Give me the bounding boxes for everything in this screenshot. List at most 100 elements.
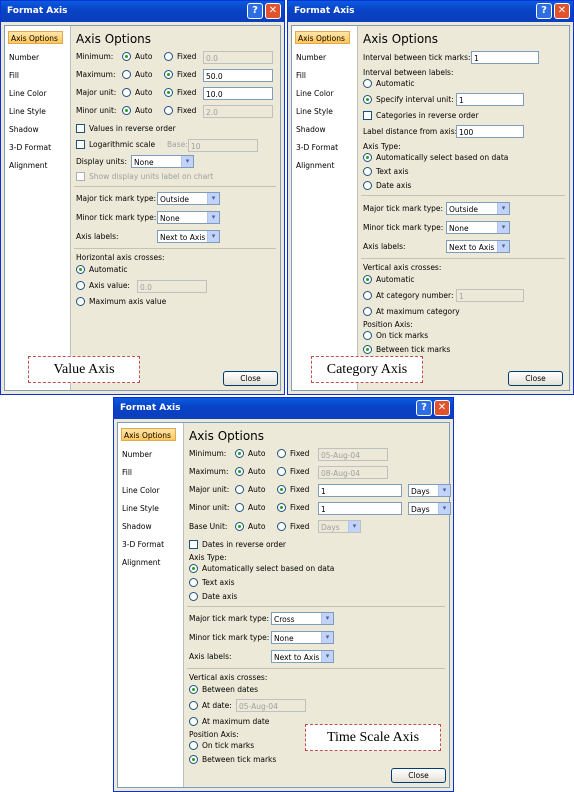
minor-unit-input[interactable]: 2.0 bbox=[203, 105, 273, 118]
help-icon[interactable]: ? bbox=[536, 3, 552, 19]
chevron-down-icon[interactable]: ▾ bbox=[348, 521, 360, 532]
base-input[interactable]: 10 bbox=[188, 139, 258, 152]
cross-category-radio[interactable] bbox=[363, 291, 372, 300]
sidebar-item-shadow[interactable]: Shadow bbox=[296, 125, 326, 134]
log-scale-checkbox[interactable] bbox=[76, 140, 85, 149]
specify-interval-input[interactable]: 1 bbox=[456, 93, 524, 106]
minimum-input[interactable]: 05-Aug-04 bbox=[318, 448, 388, 461]
sidebar-item-axis-options[interactable]: Axis Options bbox=[295, 31, 350, 44]
sidebar-item-number[interactable]: Number bbox=[296, 53, 326, 62]
sidebar-item-line-color[interactable]: Line Color bbox=[296, 89, 334, 98]
chevron-down-icon[interactable]: ▾ bbox=[207, 231, 219, 242]
sidebar-item-fill[interactable]: Fill bbox=[296, 71, 306, 80]
sidebar-item-alignment[interactable]: Alignment bbox=[122, 558, 160, 567]
minimum-input[interactable]: 0.0 bbox=[203, 51, 273, 64]
major-unit-fixed-radio[interactable] bbox=[277, 485, 286, 494]
chevron-down-icon[interactable]: ▾ bbox=[497, 203, 509, 214]
base-unit-fixed-radio[interactable] bbox=[277, 522, 286, 531]
sidebar-item-fill[interactable]: Fill bbox=[9, 71, 19, 80]
type-auto-radio[interactable] bbox=[189, 564, 198, 573]
display-units-select[interactable]: None ▾ bbox=[131, 155, 194, 168]
sidebar-item-line-style[interactable]: Line Style bbox=[9, 107, 46, 116]
sidebar-item-3d-format[interactable]: 3-D Format bbox=[122, 540, 164, 549]
sidebar-item-line-style[interactable]: Line Style bbox=[296, 107, 333, 116]
minor-tick-select[interactable]: None ▾ bbox=[271, 631, 334, 644]
help-icon[interactable]: ? bbox=[247, 3, 263, 19]
close-icon[interactable]: ✕ bbox=[265, 3, 281, 19]
sidebar-item-line-style[interactable]: Line Style bbox=[122, 504, 159, 513]
maximum-auto-radio[interactable] bbox=[235, 467, 244, 476]
help-icon[interactable]: ? bbox=[416, 400, 432, 416]
major-tick-select[interactable]: Outside ▾ bbox=[446, 202, 510, 215]
sidebar-item-alignment[interactable]: Alignment bbox=[296, 161, 334, 170]
major-unit-input[interactable]: 1 bbox=[318, 484, 402, 497]
sidebar-item-3d-format[interactable]: 3-D Format bbox=[9, 143, 51, 152]
reverse-order-checkbox[interactable] bbox=[363, 111, 372, 120]
minor-unit-input[interactable]: 1 bbox=[318, 502, 402, 515]
maximum-auto-radio[interactable] bbox=[122, 70, 131, 79]
cross-auto-radio[interactable] bbox=[363, 275, 372, 284]
sidebar-item-fill[interactable]: Fill bbox=[122, 468, 132, 477]
minor-unit-fixed-radio[interactable] bbox=[164, 106, 173, 115]
cross-auto-radio[interactable] bbox=[76, 265, 85, 274]
pos-between-radio[interactable] bbox=[363, 345, 372, 354]
axis-labels-select[interactable]: Next to Axis ▾ bbox=[157, 230, 220, 243]
reverse-order-checkbox[interactable] bbox=[76, 124, 85, 133]
chevron-down-icon[interactable]: ▾ bbox=[438, 485, 450, 496]
major-unit-auto-radio[interactable] bbox=[235, 485, 244, 494]
show-units-checkbox[interactable] bbox=[76, 172, 85, 181]
base-unit-auto-radio[interactable] bbox=[235, 522, 244, 531]
cross-value-input[interactable]: 0.0 bbox=[137, 280, 207, 293]
chevron-down-icon[interactable]: ▾ bbox=[207, 212, 219, 223]
minimum-fixed-radio[interactable] bbox=[164, 52, 173, 61]
minimum-auto-radio[interactable] bbox=[122, 52, 131, 61]
chevron-down-icon[interactable]: ▾ bbox=[181, 156, 193, 167]
pos-between-radio[interactable] bbox=[189, 755, 198, 764]
reverse-order-checkbox[interactable] bbox=[189, 540, 198, 549]
type-date-radio[interactable] bbox=[363, 181, 372, 190]
major-unit-input[interactable]: 10.0 bbox=[203, 87, 273, 100]
type-auto-radio[interactable] bbox=[363, 153, 372, 162]
chevron-down-icon[interactable]: ▾ bbox=[438, 503, 450, 514]
axis-labels-select[interactable]: Next to Axis ▾ bbox=[446, 240, 510, 253]
type-text-radio[interactable] bbox=[189, 578, 198, 587]
maximum-input[interactable]: 50.0 bbox=[203, 69, 273, 82]
minor-unit-select[interactable]: Days ▾ bbox=[408, 502, 451, 515]
minimum-fixed-radio[interactable] bbox=[277, 449, 286, 458]
sidebar-item-shadow[interactable]: Shadow bbox=[9, 125, 39, 134]
pos-on-radio[interactable] bbox=[363, 331, 372, 340]
cross-date-radio[interactable] bbox=[189, 701, 198, 710]
major-tick-select[interactable]: Outside ▾ bbox=[157, 192, 220, 205]
maximum-fixed-radio[interactable] bbox=[277, 467, 286, 476]
label-distance-input[interactable]: 100 bbox=[456, 125, 524, 138]
pos-on-radio[interactable] bbox=[189, 741, 198, 750]
cross-category-input[interactable]: 1 bbox=[456, 289, 524, 302]
major-unit-fixed-radio[interactable] bbox=[164, 88, 173, 97]
sidebar-item-axis-options[interactable]: Axis Options bbox=[121, 428, 176, 441]
sidebar-item-line-color[interactable]: Line Color bbox=[122, 486, 160, 495]
axis-labels-select[interactable]: Next to Axis ▾ bbox=[271, 650, 334, 663]
cross-value-radio[interactable] bbox=[76, 281, 85, 290]
minimum-auto-radio[interactable] bbox=[235, 449, 244, 458]
major-unit-select[interactable]: Days ▾ bbox=[408, 484, 451, 497]
minor-unit-auto-radio[interactable] bbox=[122, 106, 131, 115]
chevron-down-icon[interactable]: ▾ bbox=[207, 193, 219, 204]
close-button[interactable]: Close bbox=[223, 371, 278, 386]
minor-unit-auto-radio[interactable] bbox=[235, 503, 244, 512]
base-unit-select[interactable]: Days ▾ bbox=[318, 520, 361, 533]
specify-interval-radio[interactable] bbox=[363, 95, 372, 104]
cross-between-radio[interactable] bbox=[189, 685, 198, 694]
maximum-input[interactable]: 08-Aug-04 bbox=[318, 466, 388, 479]
chevron-down-icon[interactable]: ▾ bbox=[321, 632, 333, 643]
sidebar-item-number[interactable]: Number bbox=[9, 53, 39, 62]
chevron-down-icon[interactable]: ▾ bbox=[497, 241, 509, 252]
type-date-radio[interactable] bbox=[189, 592, 198, 601]
sidebar-item-shadow[interactable]: Shadow bbox=[122, 522, 152, 531]
chevron-down-icon[interactable]: ▾ bbox=[321, 613, 333, 624]
minor-tick-select[interactable]: None ▾ bbox=[157, 211, 220, 224]
type-text-radio[interactable] bbox=[363, 167, 372, 176]
minor-tick-select[interactable]: None ▾ bbox=[446, 221, 510, 234]
cross-max-radio[interactable] bbox=[363, 307, 372, 316]
major-unit-auto-radio[interactable] bbox=[122, 88, 131, 97]
chevron-down-icon[interactable]: ▾ bbox=[497, 222, 509, 233]
